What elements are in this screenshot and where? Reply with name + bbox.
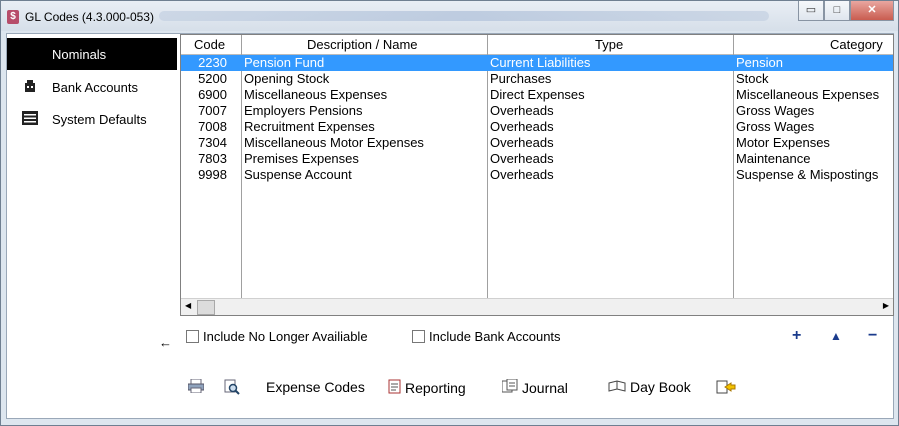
table-row[interactable]: 7008 Recruitment Expenses Overheads Gros… — [181, 119, 893, 135]
cell-category: Pension — [736, 55, 783, 70]
day-book-button[interactable]: Day Book — [608, 379, 691, 395]
table-header: Code Description / Name Type Category — [181, 35, 893, 55]
sidebar-item-label: Bank Accounts — [52, 79, 138, 95]
report-icon — [388, 379, 401, 397]
sidebar-item-nominals[interactable]: Nominals — [7, 38, 177, 70]
cell-code: 9998 — [198, 167, 227, 182]
back-arrow-icon[interactable]: ← — [159, 335, 172, 350]
cell-category: Maintenance — [736, 151, 811, 166]
cell-type: Overheads — [490, 103, 554, 118]
expense-codes-button[interactable]: Expense Codes — [266, 379, 365, 395]
journal-icon — [501, 378, 518, 396]
cell-code: 7304 — [198, 135, 227, 150]
cell-type: Purchases — [490, 71, 552, 86]
sidebar-item-system-defaults[interactable]: System Defaults — [7, 103, 177, 135]
window-controls: ▭ □ ✕ — [798, 1, 894, 21]
search-icon[interactable] — [224, 379, 240, 395]
cell-category: Suspense & Mispostings — [736, 167, 879, 182]
reporting-button[interactable]: Reporting — [388, 379, 466, 397]
edit-icon[interactable]: ▲ — [830, 329, 842, 343]
column-header-description[interactable]: Description / Name — [307, 37, 418, 52]
table-row[interactable]: 2230 Pension Fund Current Liabilities Pe… — [181, 55, 893, 71]
cell-code: 5200 — [198, 71, 227, 86]
cell-description: Pension Fund — [244, 55, 325, 70]
cell-type: Overheads — [490, 135, 554, 150]
cell-type: Direct Expenses — [490, 87, 585, 102]
cell-code: 7803 — [198, 151, 227, 166]
client-area: Nominals Bank Accounts System Defaults ←… — [6, 33, 894, 419]
scrollbar-thumb[interactable] — [197, 300, 215, 315]
cell-type: Overheads — [490, 119, 554, 134]
scroll-left-icon[interactable]: ◀ — [185, 301, 191, 310]
column-header-type[interactable]: Type — [595, 37, 623, 52]
app-icon: $ — [7, 10, 19, 24]
column-header-category[interactable]: Category — [830, 37, 883, 52]
gl-codes-window: $ GL Codes (4.3.000-053) ▭ □ ✕ Nominals … — [0, 0, 899, 426]
window-title: GL Codes (4.3.000-053) — [25, 10, 154, 24]
cell-category: Miscellaneous Expenses — [736, 87, 880, 102]
minimize-button[interactable]: ▭ — [798, 1, 824, 21]
day-book-label: Day Book — [630, 379, 691, 395]
cell-description: Employers Pensions — [244, 103, 363, 118]
expense-codes-label: Expense Codes — [266, 379, 365, 395]
checkbox-box[interactable] — [186, 330, 199, 343]
cell-description: Opening Stock — [244, 71, 330, 86]
cell-category: Stock — [736, 71, 769, 86]
blurred-background-text — [159, 11, 769, 21]
cell-type: Current Liabilities — [490, 55, 591, 70]
journal-button[interactable]: Journal — [501, 378, 568, 396]
cell-description: Suspense Account — [244, 167, 352, 182]
table-row[interactable]: 7007 Employers Pensions Overheads Gross … — [181, 103, 893, 119]
checkbox-box[interactable] — [412, 330, 425, 343]
cell-code: 2230 — [198, 55, 227, 70]
bottom-toolbar: Expense Codes Reporting Journal Day Book — [180, 370, 892, 410]
cell-description: Miscellaneous Expenses — [244, 87, 388, 102]
export-icon[interactable] — [716, 379, 736, 395]
sidebar-item-label: Nominals — [52, 46, 107, 62]
close-button[interactable]: ✕ — [850, 1, 894, 21]
cell-type: Overheads — [490, 151, 554, 166]
cell-code: 7007 — [198, 103, 227, 118]
include-no-longer-checkbox[interactable]: Include No Longer Availiable — [186, 329, 368, 344]
title-bar[interactable]: $ GL Codes (4.3.000-053) ▭ □ ✕ — [1, 1, 898, 31]
print-icon[interactable] — [188, 379, 204, 393]
cell-code: 6900 — [198, 87, 227, 102]
sidebar: Nominals Bank Accounts System Defaults ← — [7, 34, 177, 418]
sidebar-item-bank-accounts[interactable]: Bank Accounts — [7, 71, 177, 103]
maximize-button[interactable]: □ — [824, 1, 850, 21]
add-icon[interactable]: + — [792, 327, 801, 345]
book-icon — [608, 379, 626, 395]
cell-type: Overheads — [490, 167, 554, 182]
table-row[interactable]: 7304 Miscellaneous Motor Expenses Overhe… — [181, 135, 893, 151]
options-bar: Include No Longer Availiable Include Ban… — [180, 319, 892, 355]
table-row[interactable]: 5200 Opening Stock Purchases Stock — [181, 71, 893, 87]
sidebar-item-label: System Defaults — [52, 111, 147, 127]
include-bank-accounts-checkbox[interactable]: Include Bank Accounts — [412, 329, 561, 344]
cell-code: 7008 — [198, 119, 227, 134]
bank-icon — [7, 79, 52, 96]
remove-icon[interactable]: − — [868, 327, 877, 345]
cell-category: Gross Wages — [736, 119, 815, 134]
list-icon — [7, 110, 52, 128]
cell-category: Motor Expenses — [736, 135, 830, 150]
cell-category: Gross Wages — [736, 103, 815, 118]
column-header-code[interactable]: Code — [194, 37, 225, 52]
reporting-label: Reporting — [405, 380, 466, 396]
scroll-right-icon[interactable]: ▶ — [883, 301, 889, 310]
table-row[interactable]: 7803 Premises Expenses Overheads Mainten… — [181, 151, 893, 167]
table-row[interactable]: 9998 Suspense Account Overheads Suspense… — [181, 167, 893, 183]
horizontal-scrollbar[interactable]: ◀ ▶ — [181, 298, 893, 315]
table-row[interactable]: 6900 Miscellaneous Expenses Direct Expen… — [181, 87, 893, 103]
journal-label: Journal — [522, 379, 568, 396]
cell-description: Recruitment Expenses — [244, 119, 375, 134]
cell-description: Miscellaneous Motor Expenses — [244, 135, 424, 150]
gl-codes-table: Code Description / Name Type Category 22… — [180, 34, 894, 316]
cell-description: Premises Expenses — [244, 151, 359, 166]
checkbox-label: Include No Longer Availiable — [203, 329, 368, 344]
checkbox-label: Include Bank Accounts — [429, 329, 561, 344]
